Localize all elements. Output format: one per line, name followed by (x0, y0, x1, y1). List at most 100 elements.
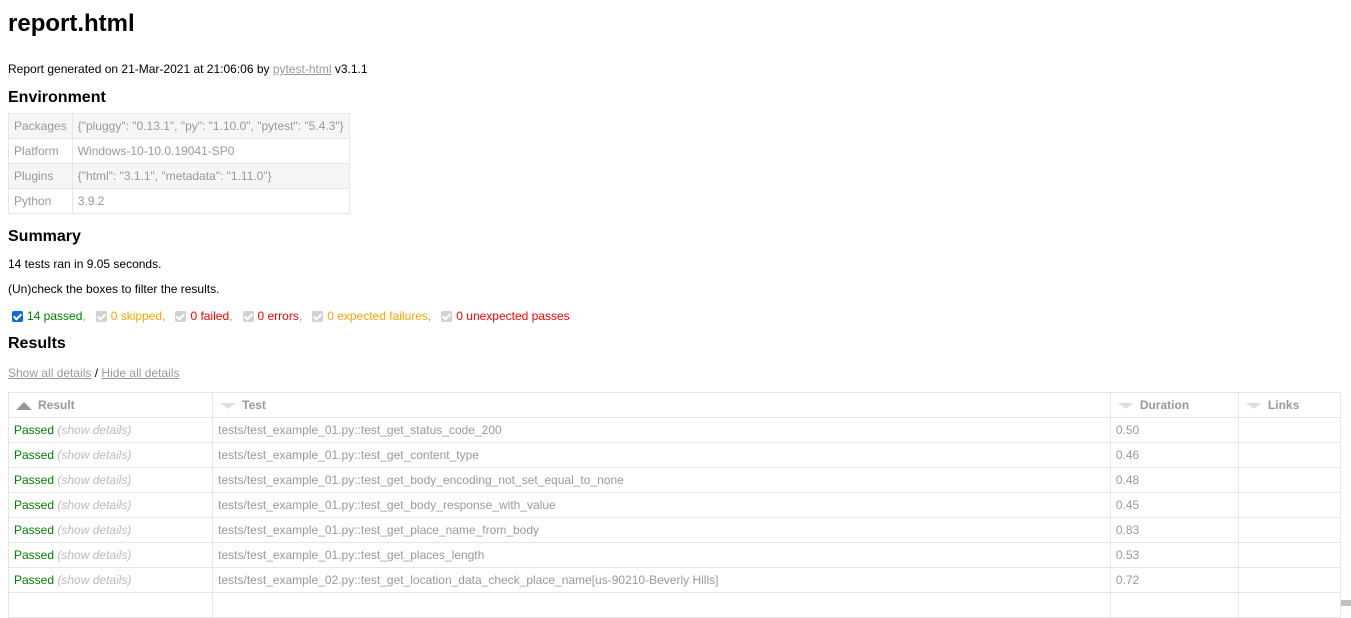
scrollbar-thumb[interactable] (1341, 600, 1351, 606)
show-all-details-link[interactable]: Show all details (8, 366, 91, 380)
duration-cell: 0.46 (1109, 442, 1239, 468)
result-cell: Passed (show details) (7, 442, 214, 468)
duration-cell: 0.50 (1109, 417, 1239, 443)
result-row[interactable]: Passed (show details) tests/test_example_… (7, 567, 1342, 593)
environment-value: Windows-10-10.0.19041-SP0 (71, 138, 350, 164)
result-cell (7, 592, 214, 618)
duration-cell: 0.48 (1109, 467, 1239, 493)
environment-heading: Environment (8, 89, 106, 106)
column-header-duration[interactable]: Duration (1109, 392, 1239, 418)
test-name-cell: tests/test_example_01.py::test_get_body_… (212, 467, 1111, 493)
filter-checkbox-error[interactable] (242, 310, 254, 322)
filter-label: 0 errors (257, 309, 299, 323)
duration-cell: 0.45 (1109, 492, 1239, 518)
filter-label: 0 failed (190, 309, 230, 323)
generated-prefix: Report generated on 21-Mar-2021 at 21:06… (8, 62, 273, 76)
sort-inactive-icon (220, 402, 237, 409)
result-row[interactable]: Passed (show details) tests/test_example_… (7, 542, 1342, 568)
filter-checkbox-xfailed[interactable] (312, 310, 324, 322)
result-row[interactable]: Passed (show details) tests/test_example_… (7, 442, 1342, 468)
filter-checkbox-skipped[interactable] (95, 310, 107, 322)
result-row[interactable]: Passed (show details) tests/test_example_… (7, 417, 1342, 443)
result-cell: Passed (show details) (7, 492, 214, 518)
show-details-link[interactable]: (show details) (57, 498, 131, 512)
duration-cell: 0.83 (1109, 517, 1239, 543)
links-cell (1237, 467, 1342, 493)
column-header-result[interactable]: Result (7, 392, 214, 418)
test-name-cell: tests/test_example_01.py::test_get_place… (212, 517, 1111, 543)
pytest-html-link[interactable]: pytest-html (273, 62, 332, 76)
summary-heading: Summary (8, 228, 81, 245)
environment-table: Packages {"pluggy": "0.13.1", "py": "1.10… (8, 113, 350, 214)
sort-inactive-icon (1117, 402, 1134, 409)
result-cell: Passed (show details) (7, 542, 214, 568)
result-cell: Passed (show details) (7, 417, 214, 443)
result-row[interactable]: Passed (show details) tests/test_example_… (7, 492, 1342, 518)
results-heading: Results (8, 335, 66, 352)
filter-skipped: 0 skipped, (92, 308, 166, 324)
environment-value: {"pluggy": "0.13.1", "py": "1.10.0", "py… (71, 113, 350, 139)
column-label-test: Test (242, 398, 266, 412)
filter-checkbox-xpassed[interactable] (441, 310, 453, 322)
result-filters: 14 passed, 0 skipped, 0 failed, 0 errors, 0 … (8, 308, 1343, 324)
test-name-cell: tests/test_example_01.py::test_get_conte… (212, 442, 1111, 468)
duration-cell (1109, 592, 1239, 618)
filter-label: 0 unexpected passes (456, 309, 570, 323)
result-row[interactable]: Passed (show details) tests/test_example_… (7, 517, 1342, 543)
show-details-link[interactable]: (show details) (57, 423, 131, 437)
filter-passed: 14 passed, (8, 308, 86, 324)
test-name-cell: tests/test_example_01.py::test_get_statu… (212, 417, 1111, 443)
show-details-link[interactable]: (show details) (57, 448, 131, 462)
environment-key: Python (8, 188, 73, 214)
show-details-link[interactable]: (show details) (57, 523, 131, 537)
environment-value: {"html": "3.1.1", "metadata": "1.11.0"} (71, 163, 350, 189)
result-cell: Passed (show details) (7, 567, 214, 593)
result-status: Passed (14, 548, 55, 562)
result-status: Passed (14, 473, 55, 487)
filter-separator: , (162, 309, 166, 323)
column-label-duration: Duration (1139, 398, 1190, 412)
result-cell: Passed (show details) (7, 467, 214, 493)
filter-checkbox-passed[interactable] (12, 310, 23, 322)
result-status: Passed (14, 498, 55, 512)
environment-value: 3.9.2 (71, 188, 350, 214)
filter-separator: , (298, 309, 303, 323)
page-title: report.html (8, 10, 135, 37)
show-details-link[interactable]: (show details) (57, 573, 131, 587)
report-page: report.html Report generated on 21-Mar-2… (0, 0, 1351, 618)
environment-row: Packages {"pluggy": "0.13.1", "py": "1.10… (8, 113, 350, 139)
result-status: Passed (14, 573, 55, 587)
column-label-links: Links (1267, 398, 1300, 412)
result-row[interactable] (7, 592, 1342, 618)
test-name-cell: tests/test_example_02.py::test_get_locat… (212, 567, 1111, 593)
filter-xfailed: 0 expected failures, (308, 308, 431, 324)
links-cell (1237, 592, 1342, 618)
results-header-row: Result Test Duration Links (7, 392, 1342, 418)
duration-cell: 0.72 (1109, 567, 1239, 593)
environment-row: Platform Windows-10-10.0.19041-SP0 (8, 138, 350, 164)
filter-checkbox-failed[interactable] (175, 310, 187, 322)
filter-instructions: (Un)check the boxes to filter the result… (8, 282, 220, 296)
filter-label: 0 expected failures (327, 309, 428, 323)
details-separator: / (91, 366, 102, 380)
environment-key: Platform (8, 138, 73, 164)
column-header-test[interactable]: Test (212, 392, 1111, 418)
environment-row: Python 3.9.2 (8, 188, 350, 214)
links-cell (1237, 567, 1342, 593)
filter-xpassed: 0 unexpected passes (437, 308, 570, 324)
column-header-links[interactable]: Links (1237, 392, 1342, 418)
links-cell (1237, 417, 1342, 443)
show-details-link[interactable]: (show details) (57, 473, 131, 487)
links-cell (1237, 517, 1342, 543)
show-details-link[interactable]: (show details) (57, 548, 131, 562)
filter-failed: 0 failed, (171, 308, 233, 324)
generated-line: Report generated on 21-Mar-2021 at 21:06… (8, 62, 1343, 76)
generated-suffix: v3.1.1 (331, 62, 368, 76)
hide-all-details-link[interactable]: Hide all details (101, 366, 179, 380)
result-status: Passed (14, 448, 55, 462)
test-name-cell: tests/test_example_01.py::test_get_body_… (212, 492, 1111, 518)
links-cell (1237, 442, 1342, 468)
result-row[interactable]: Passed (show details) tests/test_example_… (7, 467, 1342, 493)
environment-key: Plugins (8, 163, 73, 189)
result-status: Passed (14, 423, 55, 437)
